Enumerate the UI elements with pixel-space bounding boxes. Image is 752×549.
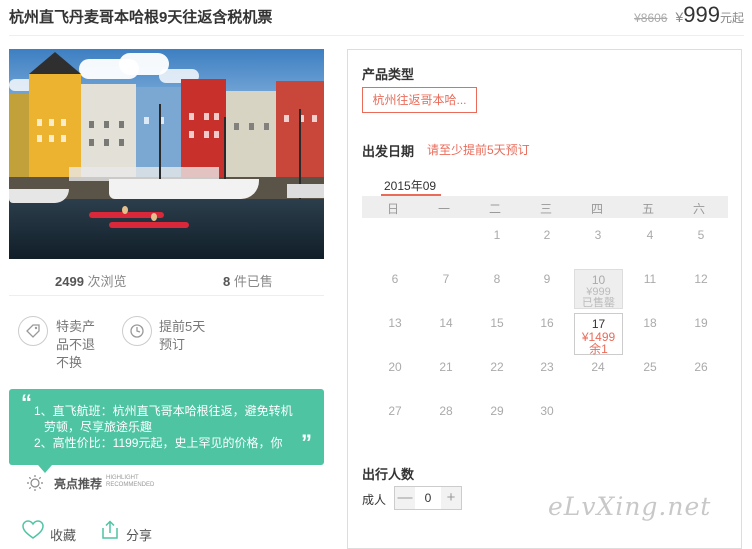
feature-advance-booking: 提前5天 预订 (159, 319, 206, 352)
product-type-label: 产品类型 (362, 67, 415, 82)
original-price: ¥8606 (634, 11, 668, 25)
calendar-day: 2 (543, 228, 551, 242)
calendar-day: 28 (439, 404, 453, 418)
calendar-day: 20 (388, 360, 402, 374)
minus-button[interactable]: — (395, 487, 415, 509)
weekday-fri: 五 (641, 202, 654, 216)
calendar-day: 9 (543, 272, 551, 286)
share-icon (102, 520, 118, 539)
product-photo (9, 49, 324, 259)
adult-count-input[interactable]: 0 (415, 487, 441, 509)
calendar-day-sold-out: 10 ¥999 已售罄 (574, 269, 623, 309)
product-title: 杭州直飞丹麦哥本哈根9天往返含税机票 (9, 9, 273, 26)
calendar-month[interactable]: 2015年09 (384, 177, 436, 194)
highlight-line-2: 劳顿，尽享旅途乐趣 (44, 420, 153, 434)
calendar-day: 18 (643, 316, 657, 330)
calendar-day: 16 (540, 316, 554, 330)
calendar-day-available[interactable]: 17 ¥1499 余1 (574, 313, 623, 355)
calendar-day: 22 (490, 360, 504, 374)
open-quote-icon: “ (21, 390, 32, 415)
close-quote-icon: ” (301, 430, 312, 455)
calendar-day: 26 (694, 360, 708, 374)
current-price: 999 (683, 2, 720, 27)
calendar-day: 19 (694, 316, 708, 330)
adult-label: 成人 (362, 493, 387, 507)
calendar-day: 25 (643, 360, 657, 374)
weekday-header: 日 一 二 三 四 五 六 (362, 196, 728, 218)
views-count: 2499 次浏览 (55, 274, 127, 289)
highlight-pointer (38, 465, 52, 473)
calendar-day: 11 (643, 272, 657, 286)
weekday-wed: 三 (539, 202, 552, 216)
calendar-day: 7 (442, 272, 450, 286)
clock-icon (122, 316, 152, 346)
adult-quantity-stepper: — 0 + (394, 486, 462, 510)
highlight-box: “ 1、直飞航班：杭州直飞哥本哈根往返，避免转机 劳顿，尽享旅途乐趣 2、高性价… (9, 389, 324, 465)
calendar-day: 13 (388, 316, 402, 330)
stats-bar: 2499 次浏览 8 件已售 (9, 263, 324, 296)
highlight-line-1: 1、直飞航班：杭州直飞哥本哈根往返，避免转机 (34, 404, 293, 418)
sold-count: 8 件已售 (223, 274, 273, 289)
departure-date-label: 出发日期 (362, 144, 415, 159)
lightbulb-icon (27, 475, 43, 491)
tag-icon (18, 316, 48, 346)
travelers-label: 出行人数 (362, 467, 415, 482)
weekday-thu: 四 (590, 202, 603, 216)
heart-icon (22, 520, 44, 539)
weekday-tue: 二 (488, 202, 501, 216)
calendar-day: 5 (697, 228, 705, 242)
calendar-day: 12 (694, 272, 708, 286)
calendar-day: 1 (493, 228, 501, 242)
calendar-day: 14 (439, 316, 453, 330)
watermark-text: eLvXing.net (548, 492, 712, 521)
product-option-button[interactable]: 杭州往返哥本哈... (362, 87, 477, 113)
plus-button[interactable]: + (441, 487, 461, 509)
price-box: ¥8606 ¥999元起 (634, 2, 744, 28)
calendar-day: 29 (490, 404, 504, 418)
calendar-day: 6 (391, 272, 399, 286)
calendar-day: 8 (493, 272, 501, 286)
price-unit: 元起 (719, 11, 744, 25)
calendar-day: 30 (540, 404, 554, 418)
calendar-day: 21 (439, 360, 453, 374)
header-divider (9, 35, 744, 36)
favorite-button[interactable]: 收藏 (20, 518, 80, 543)
feature-no-refund: 特卖产 品不退 不换 (56, 319, 96, 370)
share-button[interactable]: 分享 (100, 518, 160, 543)
calendar-day: 15 (490, 316, 504, 330)
calendar-day: 3 (594, 228, 602, 242)
calendar-day: 24 (591, 360, 605, 374)
booking-notice: 请至少提前5天预订 (427, 143, 530, 157)
calendar-day: 23 (540, 360, 554, 374)
weekday-sun: 日 (386, 202, 399, 216)
weekday-mon: 一 (437, 202, 450, 216)
calendar-day: 27 (388, 404, 402, 418)
weekday-sat: 六 (692, 202, 705, 216)
calendar-day: 4 (646, 228, 654, 242)
highlight-line-3: 2、高性价比：1199元起，史上罕见的价格，你 (34, 436, 283, 450)
